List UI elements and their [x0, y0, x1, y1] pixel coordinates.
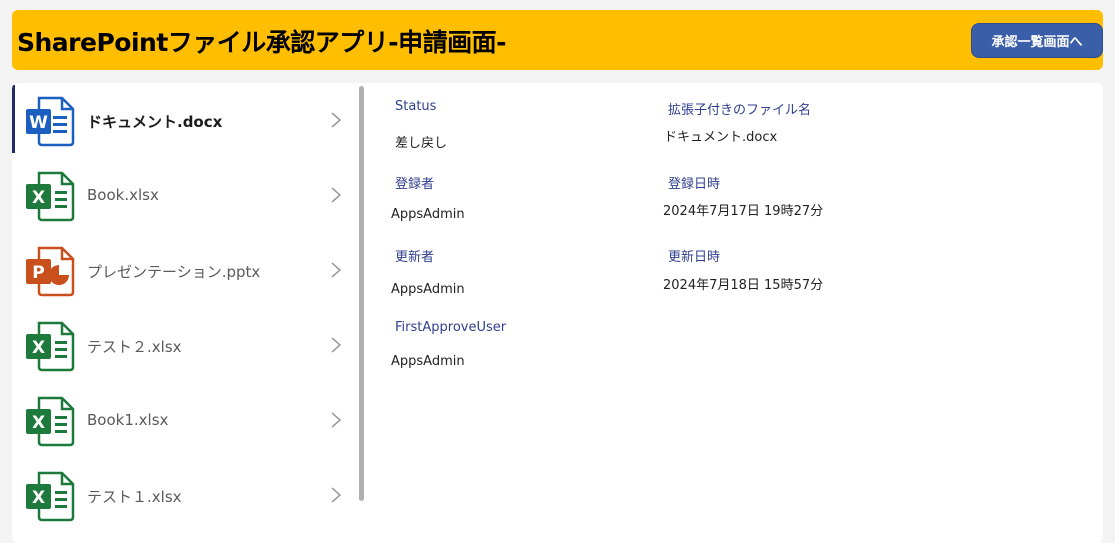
svg-text:P: P — [32, 263, 44, 283]
chevron-right-icon — [331, 337, 342, 353]
file-name: Book.xlsx — [87, 186, 159, 204]
list-item[interactable]: X テスト２.xlsx — [12, 308, 358, 383]
list-scrollbar[interactable] — [359, 86, 364, 501]
status-value: 差し戻し — [395, 136, 448, 151]
list-item[interactable]: X Book.xlsx — [12, 158, 358, 233]
powerpoint-icon: P — [26, 246, 75, 297]
file-name: テスト２.xlsx — [87, 338, 182, 356]
excel-icon: X — [26, 171, 75, 222]
updater-value: AppsAdmin — [391, 282, 465, 297]
file-name: Book1.xlsx — [87, 411, 169, 429]
header-bar: SharePointファイル承認アプリ-申請画面- 承認一覧画面へ — [12, 10, 1103, 70]
chevron-right-icon — [331, 412, 342, 428]
list-item[interactable]: W ドキュメント.docx — [12, 83, 358, 158]
list-item[interactable]: X Book1.xlsx — [12, 383, 358, 458]
approval-list-button[interactable]: 承認一覧画面へ — [971, 23, 1103, 58]
registrant-label: 登録者 — [395, 177, 435, 192]
registrant-value: AppsAdmin — [391, 207, 465, 222]
svg-text:X: X — [32, 488, 45, 508]
filename-label: 拡張子付きのファイル名 — [668, 103, 812, 118]
main-panel: W ドキュメント.docx X Book.xlsx P プレゼンテーション.pp… — [12, 83, 1103, 543]
updated-at-value: 2024年7月18日 15時57分 — [663, 278, 824, 293]
excel-icon: X — [26, 471, 75, 522]
word-icon: W — [26, 96, 75, 147]
file-name: ドキュメント.docx — [87, 113, 223, 131]
updater-label: 更新者 — [395, 250, 435, 265]
chevron-right-icon — [331, 262, 342, 278]
chevron-right-icon — [331, 187, 342, 203]
list-item[interactable]: X テスト１.xlsx — [12, 458, 358, 533]
status-label: Status — [395, 99, 437, 114]
first-approver-value: AppsAdmin — [391, 354, 465, 369]
list-item[interactable]: P プレゼンテーション.pptx — [12, 233, 358, 308]
svg-text:X: X — [32, 338, 45, 358]
svg-text:X: X — [32, 413, 45, 433]
file-list: W ドキュメント.docx X Book.xlsx P プレゼンテーション.pp… — [12, 83, 358, 543]
file-name: プレゼンテーション.pptx — [87, 263, 261, 281]
first-approver-label: FirstApproveUser — [395, 320, 507, 335]
excel-icon: X — [26, 321, 75, 372]
svg-text:X: X — [32, 188, 45, 208]
excel-icon: X — [26, 396, 75, 447]
registered-at-label: 登録日時 — [668, 177, 721, 192]
chevron-right-icon — [331, 487, 342, 503]
updated-at-label: 更新日時 — [668, 250, 721, 265]
chevron-right-icon — [331, 112, 342, 128]
file-name: テスト１.xlsx — [87, 488, 182, 506]
filename-value: ドキュメント.docx — [664, 130, 778, 145]
registered-at-value: 2024年7月17日 19時27分 — [663, 204, 824, 219]
page-title: SharePointファイル承認アプリ-申請画面- — [17, 28, 507, 57]
svg-text:W: W — [29, 113, 48, 133]
